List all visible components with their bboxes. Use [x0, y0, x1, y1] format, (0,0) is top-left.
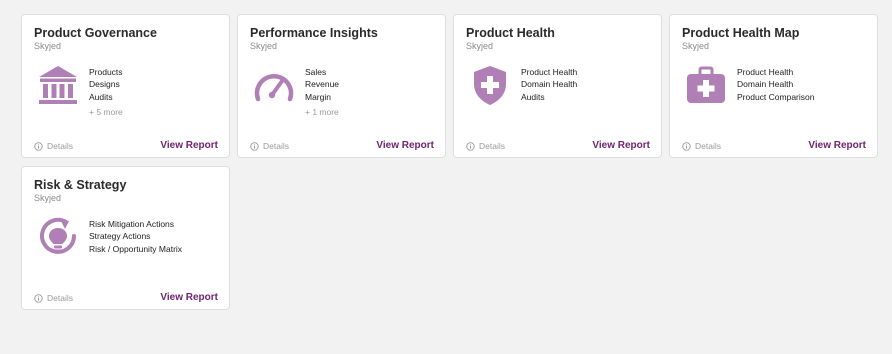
report-card-product-health[interactable]: Product Health Skyjed Product Health Dom…: [453, 14, 662, 158]
card-item-list: Sales Revenue Margin: [305, 66, 339, 103]
speedometer-icon: [251, 62, 297, 108]
card-item: Revenue: [305, 79, 340, 90]
card-item: Audits: [521, 91, 545, 102]
card-title: Product Governance: [34, 26, 157, 40]
info-icon: [34, 141, 43, 151]
details-link[interactable]: Details: [466, 141, 505, 151]
details-label: Details: [47, 293, 73, 303]
card-item: Product Health: [521, 67, 578, 77]
card-item-list: Products Designs Audits: [89, 66, 123, 103]
view-report-link[interactable]: View Report: [160, 292, 218, 303]
card-subtitle: Skyjed: [34, 193, 62, 203]
card-item: Domain Health: [737, 79, 794, 90]
card-subtitle: Skyjed: [682, 41, 710, 51]
details-link[interactable]: Details: [250, 141, 289, 151]
card-item: Margin: [305, 91, 331, 102]
card-item: Product Comparison: [737, 91, 815, 102]
report-card-risk-strategy[interactable]: Risk & Strategy Skyjed Risk Mitigation A…: [21, 166, 230, 310]
card-item-list: Risk Mitigation Actions Strategy Actions…: [89, 218, 182, 255]
card-item-list: Product Health Domain Health Product Com…: [737, 66, 814, 103]
lightbulb-cycle-icon: [35, 214, 81, 260]
card-item: Strategy Actions: [89, 231, 151, 242]
details-link[interactable]: Details: [682, 141, 721, 151]
card-item: Audits: [89, 91, 113, 102]
details-label: Details: [479, 141, 505, 151]
view-report-link[interactable]: View Report: [160, 140, 218, 151]
card-item: Sales: [305, 67, 327, 77]
card-item: Risk Mitigation Actions: [89, 219, 175, 229]
card-item: Risk / Opportunity Matrix: [89, 243, 183, 254]
view-report-link[interactable]: View Report: [376, 140, 434, 151]
details-link[interactable]: Details: [34, 293, 73, 303]
report-card-product-health-map[interactable]: Product Health Map Skyjed Product Health…: [669, 14, 878, 158]
shield-cross-icon: [467, 62, 513, 108]
card-title: Product Health: [466, 26, 555, 40]
card-subtitle: Skyjed: [466, 41, 494, 51]
details-label: Details: [47, 141, 73, 151]
bank-icon: [35, 62, 81, 108]
card-title: Risk & Strategy: [34, 178, 127, 192]
info-icon: [466, 141, 475, 151]
details-label: Details: [695, 141, 721, 151]
report-card-performance-insights[interactable]: Performance Insights Skyjed Sales Revenu…: [237, 14, 446, 158]
info-icon: [682, 141, 691, 151]
report-card-grid: Product Governance Skyjed Products Desig…: [21, 14, 878, 310]
card-item: Product Health: [737, 67, 794, 77]
card-subtitle: Skyjed: [250, 41, 278, 51]
card-subtitle: Skyjed: [34, 41, 62, 51]
view-report-link[interactable]: View Report: [592, 140, 650, 151]
card-item: Domain Health: [521, 79, 578, 90]
report-card-product-governance[interactable]: Product Governance Skyjed Products Desig…: [21, 14, 230, 158]
card-title: Product Health Map: [682, 26, 800, 40]
info-icon: [250, 141, 259, 151]
more-items-count: + 1 more: [305, 107, 339, 117]
more-items-count: + 5 more: [89, 107, 123, 117]
card-item-list: Product Health Domain Health Audits: [521, 66, 577, 103]
medical-kit-icon: [683, 62, 729, 108]
details-label: Details: [263, 141, 289, 151]
card-item: Products: [89, 67, 123, 77]
card-title: Performance Insights: [250, 26, 378, 40]
card-item: Designs: [89, 79, 120, 90]
info-icon: [34, 293, 43, 303]
details-link[interactable]: Details: [34, 141, 73, 151]
view-report-link[interactable]: View Report: [808, 140, 866, 151]
